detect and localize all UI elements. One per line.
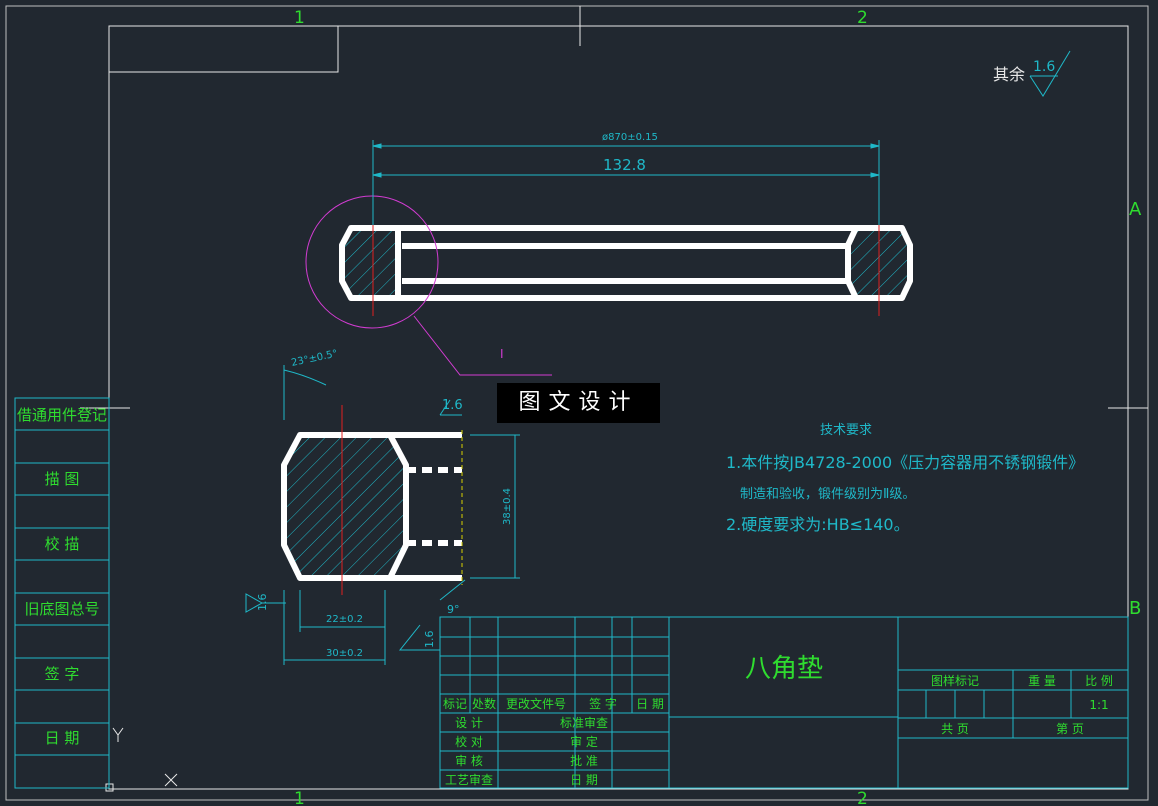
sign-row-check: 校 对: [455, 734, 483, 749]
detail-view: 23°±0.5° 38±0.4 22±0.2 30±0.2 9° 1.6 1.6…: [245, 348, 520, 665]
tech-req-line3: 2.硬度要求为:HB≤140。: [726, 515, 910, 534]
ring-left-section: [339, 225, 401, 301]
ring-section-view: I ø870±0.15 132.8: [305, 132, 913, 376]
info-header-drawing-mark: 图样标记: [931, 673, 979, 688]
left-panel-tracing: 描 图: [45, 470, 80, 488]
tech-req-line2: 制造和验收，锻件级别为Ⅱ级。: [740, 486, 915, 502]
info-header-scale: 比 例: [1085, 674, 1113, 688]
info-header-weight: 重 量: [1028, 674, 1056, 688]
rev-header-date: 日 期: [636, 697, 664, 711]
left-panel-date: 日 期: [45, 729, 80, 747]
sign-row-standard: 标准审查: [560, 715, 608, 730]
sheet-number: 第 页: [1056, 722, 1084, 736]
roughness-note: 其余 1.6: [993, 50, 1071, 97]
rev-header-mark: 标记: [443, 697, 467, 711]
zone-label-bottom-1: 1: [294, 789, 305, 806]
roughness-chamfer: 1.6: [423, 631, 436, 649]
left-panel-checking: 校 描: [45, 535, 80, 553]
zone-label-top-2: 2: [857, 8, 868, 28]
detail-section: [281, 432, 409, 581]
sign-row-approve: 批 准: [570, 753, 598, 768]
sign-row-process: 工艺审查: [445, 772, 493, 787]
part-name: 八角垫: [745, 654, 823, 684]
dim-width-small: 22±0.2: [326, 614, 363, 625]
ucs-icon: [112, 727, 178, 787]
left-side-panel: 借通用件登记 描 图 校 描 旧底图总号 签 字 日 期: [14, 397, 110, 789]
dim-angle: 23°±0.5°: [290, 348, 338, 369]
scale-value: 1:1: [1089, 698, 1108, 712]
sign-row-approve-final: 审 定: [570, 734, 598, 749]
roughness-value: 1.6: [1033, 59, 1055, 75]
dim-chamfer: 9°: [447, 603, 460, 616]
left-panel-registration: 借通用件登记: [17, 406, 107, 424]
rev-header-sign: 签 字: [589, 696, 617, 711]
sign-row-date: 日 期: [570, 773, 598, 787]
title-block: 八角垫 标记 处数 更改文件号 签 字 日 期 设 计 校 对 审 核 工艺审查…: [439, 616, 1129, 789]
detail-mark: I: [500, 347, 504, 361]
tech-req-title: 技术要求: [820, 423, 872, 438]
left-panel-old-drawing-no: 旧底图总号: [24, 600, 99, 618]
roughness-side: 1.6: [256, 594, 269, 612]
sign-row-review: 审 核: [455, 753, 483, 768]
roughness-surface: 1.6: [442, 398, 463, 413]
sheet-total: 共 页: [941, 722, 969, 736]
tech-req-line1: 1.本件按JB4728-2000《压力容器用不锈钢锻件》: [726, 453, 1084, 472]
zone-label-top-1: 1: [294, 8, 305, 28]
zone-label-b: B: [1129, 598, 1141, 619]
zone-label-a: A: [1129, 199, 1142, 220]
dim-height: 38±0.4: [502, 488, 513, 525]
dim-pitch: 132.8: [603, 156, 646, 174]
zone-label-bottom-2: 2: [857, 789, 868, 806]
roughness-label: 其余: [993, 65, 1025, 84]
left-panel-signature: 签 字: [45, 665, 80, 683]
rev-header-doc: 更改文件号: [506, 696, 566, 711]
dim-width-total: 30±0.2: [326, 648, 363, 659]
dim-outer-diameter: ø870±0.15: [602, 132, 658, 143]
sign-row-design: 设 计: [455, 716, 483, 730]
rev-header-count: 处数: [472, 696, 496, 711]
technical-requirements: 技术要求 1.本件按JB4728-2000《压力容器用不锈钢锻件》 制造和验收，…: [726, 423, 1084, 534]
watermark-banner: 图文设计: [497, 383, 660, 423]
